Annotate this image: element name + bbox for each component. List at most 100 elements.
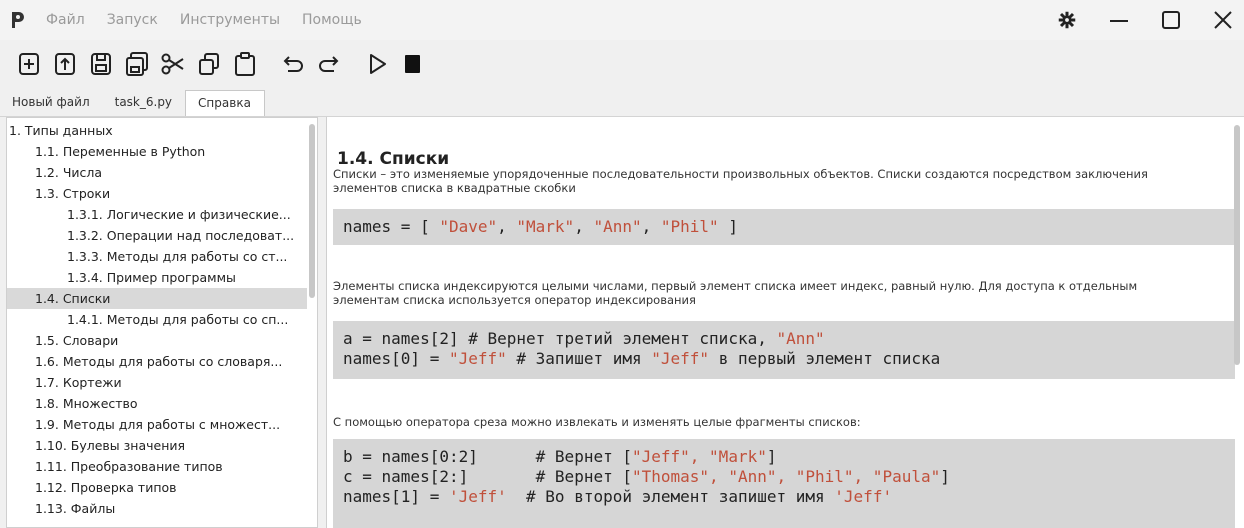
save-all-button[interactable] [120,47,154,81]
paste-button[interactable] [228,47,262,81]
code-string: "Phil" [660,217,719,236]
new-file-icon [19,53,39,75]
upload-icon [55,53,75,75]
code-line: c = names[2:] # Вернет ["Thomas", "Ann",… [343,467,1225,487]
copy-button[interactable] [192,47,226,81]
paragraph: Элементы списка индексируются целыми чис… [333,279,1223,307]
tree-item[interactable]: 1.3.2. Операции над последоват... [7,225,307,246]
code-string: 'Jeff' [448,487,507,506]
redo-icon [319,56,339,72]
code-block: b = names[0:2] # Вернет ["Jeff", "Mark"]… [333,439,1235,528]
close-icon [1214,11,1232,29]
paragraph-line: Списки – это изменяемые упорядоченные по… [333,167,1148,181]
toolbar [0,44,1244,84]
code-text: ] [718,217,738,236]
code-text: # Во второй элемент запишет имя [506,487,835,506]
copy-icon [199,53,219,75]
menu-bar: Файл Запуск Инструменты Помощь [46,12,362,28]
paragraph-line: элементов списка в квадратные скобки [333,181,576,195]
tree-item[interactable]: 1.8. Множество [7,393,307,414]
tree-item[interactable]: 1.11. Преобразование типов [7,456,307,477]
settings-button[interactable] [1052,6,1082,34]
tree-item[interactable]: 1.1. Переменные в Python [7,141,307,162]
open-file-button[interactable] [48,47,82,81]
code-text: , [574,217,594,236]
gear-icon [1058,11,1076,29]
window-controls [1052,6,1238,34]
menu-file[interactable]: Файл [46,12,85,28]
cut-button[interactable] [156,47,190,81]
tree-item[interactable]: 1.12. Проверка типов [7,477,307,498]
code-line: names[0] = "Jeff" # Запишет имя "Jeff" в… [343,349,1225,369]
code-string: "Thomas", "Ann", "Phil", "Paula" [631,467,941,486]
tab-task-6[interactable]: task_6.py [103,90,185,116]
minimize-icon [1110,20,1128,22]
save-icon [91,53,111,75]
code-block: names = [ "Dave", "Mark", "Ann", "Phil" … [333,209,1235,245]
tree-item[interactable]: 1.3.4. Пример программы [7,267,307,288]
help-content: 1.4. Списки Списки – это изменяемые упор… [326,117,1244,528]
code-line: b = names[0:2] # Вернет ["Jeff", "Mark"] [343,447,1225,467]
code-text: names[0] = [343,349,449,368]
scissors-icon [161,53,184,75]
code-text: names = [ [343,217,440,236]
code-text: # Запишет имя [506,349,652,368]
code-text: ] [940,467,950,486]
maximize-button[interactable] [1156,6,1186,34]
code-string: "Ann" [593,217,642,236]
tree-item[interactable]: 1.9. Методы для работы с множест... [7,414,307,435]
menu-run[interactable]: Запуск [107,12,158,28]
redo-button[interactable] [312,47,346,81]
save-button[interactable] [84,47,118,81]
code-string: 'Jeff' [834,487,893,506]
tree-item[interactable]: 1. Типы данных [7,120,307,141]
paragraph: Списки – это изменяемые упорядоченные по… [333,167,1223,195]
tree-item[interactable]: 1.3.3. Методы для работы со ст... [7,246,307,267]
save-all-icon [126,52,148,76]
code-string: "Ann" [776,329,825,348]
tree-item[interactable]: 1.7. Кортежи [7,372,307,393]
run-button[interactable] [360,47,394,81]
play-icon [370,54,386,74]
tree-item[interactable]: 1.3.1. Логические и физические... [7,204,307,225]
tab-help[interactable]: Справка [185,90,265,116]
code-string: "Mark" [516,217,575,236]
tree-item[interactable]: 1.5. Словари [7,330,307,351]
tree-item[interactable]: 1.13. Файлы [7,498,307,519]
new-file-button[interactable] [12,47,46,81]
tree-item[interactable]: 1.2. Числа [7,162,307,183]
editor-tabs: Новый файл task_6.py Справка [0,90,265,116]
stop-button[interactable] [396,47,430,81]
help-tree: 1. Типы данных 1.1. Переменные в Python … [6,117,318,528]
content-scrollbar[interactable] [1234,125,1240,365]
maximize-icon [1162,11,1180,29]
tree-item[interactable]: 1.3. Строки [7,183,307,204]
code-text: ] [766,447,777,466]
clipboard-icon [235,52,255,76]
tree-item-selected[interactable]: 1.4. Списки [7,288,307,309]
tree-item[interactable]: 1.4.1. Методы для работы со сп... [7,309,307,330]
stop-icon [405,55,420,73]
menu-help[interactable]: Помощь [302,12,362,28]
menu-tools[interactable]: Инструменты [180,12,280,28]
tab-new-file[interactable]: Новый файл [0,90,103,116]
paragraph-line: элементам списка используется оператор и… [333,293,696,307]
title-bar: Файл Запуск Инструменты Помощь [0,0,1244,40]
code-line: a = names[2] # Вернет третий элемент спи… [343,329,1225,349]
code-string: "Jeff" [651,349,710,368]
code-text: , [497,217,517,236]
code-text: a = names[2] # Вернет третий элемент спи… [343,329,777,348]
minimize-button[interactable] [1104,6,1134,34]
paragraph-line: Элементы списка индексируются целыми чис… [333,279,1138,293]
tree-scrollbar[interactable] [309,124,315,298]
undo-button[interactable] [276,47,310,81]
close-button[interactable] [1208,6,1238,34]
code-block: a = names[2] # Вернет третий элемент спи… [333,321,1235,379]
tree-item[interactable]: 1.6. Методы для работы со словаря... [7,351,307,372]
app-logo-icon [12,12,24,28]
tree-item[interactable]: 1.10. Булевы значения [7,435,307,456]
code-text: names[1] = [343,487,449,506]
code-text: c = names[2:] # Вернет [ [343,467,632,486]
code-text: , [641,217,661,236]
code-string: "Dave" [439,217,498,236]
